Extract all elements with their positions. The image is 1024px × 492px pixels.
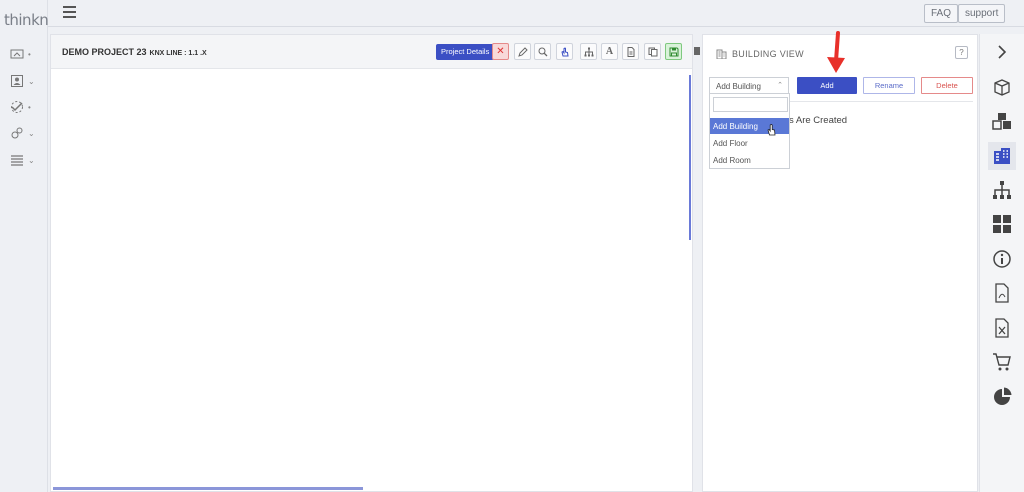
project-name: DEMO PROJECT 23 <box>62 47 147 57</box>
nav-item-contacts[interactable]: ⌄ <box>10 71 44 91</box>
chevron-down-icon: ⌄ <box>28 76 35 86</box>
nav-item-users[interactable]: ⌄ <box>10 123 44 143</box>
cube-icon <box>994 79 1010 96</box>
dropdown-option-add-building[interactable]: Add Building <box>710 118 789 134</box>
dropdown-option-add-floor[interactable]: Add Floor <box>710 135 789 151</box>
dot-icon: • <box>28 102 31 112</box>
document-tool-button[interactable] <box>622 43 639 60</box>
red-arrow-annotation <box>827 31 845 73</box>
close-tool-button[interactable]: ✕ <box>492 43 509 60</box>
help-button[interactable]: ? <box>955 46 968 59</box>
building-dropdown: Add Building Add Floor Add Room <box>709 93 790 169</box>
pie-chart-icon <box>994 387 1012 405</box>
rail-item-cart[interactable] <box>988 348 1016 376</box>
vertical-scrollbar[interactable] <box>689 75 691 240</box>
copy-tool-button[interactable] <box>644 43 661 60</box>
add-button[interactable]: Add <box>797 77 857 94</box>
monitor-icon <box>10 49 24 59</box>
check-badge-icon <box>11 101 23 113</box>
project-editor: DEMO PROJECT 23 KNX LINE : 1.1 .X Project… <box>50 34 693 492</box>
right-rail <box>979 34 1024 492</box>
top-bar: FAQ support <box>48 0 1024 27</box>
save-icon <box>669 47 678 56</box>
building-view-title: BUILDING VIEW <box>732 49 804 59</box>
rename-button[interactable]: Rename <box>863 77 915 94</box>
list-icon <box>11 155 23 166</box>
hand-icon <box>560 46 569 56</box>
nav-item-monitor[interactable]: • <box>10 44 44 64</box>
hierarchy-tool-button[interactable] <box>580 43 597 60</box>
support-button[interactable]: support <box>958 4 1006 23</box>
rail-item-dashboard[interactable] <box>988 210 1016 238</box>
chevron-down-icon: ⌄ <box>28 128 35 138</box>
cubes-icon <box>992 113 1011 130</box>
gender-icon <box>11 127 23 139</box>
nav-item-list[interactable]: ⌄ <box>10 150 44 170</box>
save-tool-button[interactable] <box>665 43 682 60</box>
search-icon <box>538 47 547 56</box>
close-icon: ✕ <box>496 46 505 57</box>
dot-icon: • <box>28 49 31 59</box>
search-tool-button[interactable] <box>534 43 551 60</box>
chevron-down-icon: ⌄ <box>28 155 35 165</box>
rail-item-reports[interactable] <box>988 383 1016 411</box>
building-view-panel: BUILDING VIEW ? Add Building ⌃ Add Renam… <box>702 34 978 492</box>
cart-icon <box>993 353 1011 371</box>
building-icon <box>716 49 727 59</box>
rail-item-pdf-export[interactable] <box>988 279 1016 307</box>
project-version: KNX LINE : 1.1 .X <box>149 50 207 57</box>
text-tool-button[interactable]: A <box>601 43 618 60</box>
hand-tool-button[interactable] <box>556 43 573 60</box>
left-nav: thinknx • ⌄ • ⌄ ⌄ <box>0 0 57 492</box>
horizontal-scrollbar[interactable] <box>53 487 363 490</box>
rail-item-devices[interactable] <box>988 107 1016 135</box>
project-title: DEMO PROJECT 23 KNX LINE : 1.1 .X <box>62 47 207 57</box>
chevron-right-icon <box>998 45 1007 59</box>
text-icon: A <box>605 46 614 57</box>
excel-icon <box>995 318 1009 338</box>
pencil-tool-button[interactable] <box>514 43 531 60</box>
dropdown-search-input[interactable] <box>713 97 788 112</box>
rail-item-info[interactable] <box>988 245 1016 273</box>
rail-collapse-button[interactable] <box>988 38 1016 66</box>
copy-icon <box>648 47 657 56</box>
chevron-up-icon: ⌃ <box>777 82 783 89</box>
info-icon <box>993 250 1011 268</box>
hierarchy-icon <box>993 181 1011 199</box>
rail-item-hierarchy[interactable] <box>988 176 1016 204</box>
editor-header: DEMO PROJECT 23 KNX LINE : 1.1 .X Project… <box>51 35 692 69</box>
hamburger-icon[interactable] <box>63 6 76 18</box>
pdf-icon <box>995 283 1009 303</box>
document-icon <box>627 46 634 57</box>
rail-item-3d-view[interactable] <box>988 73 1016 101</box>
contact-icon <box>11 75 23 87</box>
project-details-button[interactable]: Project Details <box>436 44 495 60</box>
dropdown-option-add-room[interactable]: Add Room <box>710 152 789 168</box>
rail-item-excel-export[interactable] <box>988 314 1016 342</box>
panel-handle-icon[interactable] <box>694 47 700 55</box>
delete-button[interactable]: Delete <box>921 77 973 94</box>
grid-icon <box>993 215 1011 233</box>
hand-cursor-icon <box>767 124 776 136</box>
rail-item-building-view[interactable] <box>988 142 1016 170</box>
pencil-icon <box>517 46 528 57</box>
nav-item-tasks[interactable]: • <box>10 97 44 117</box>
empty-state-message: s Are Created <box>789 115 848 126</box>
hierarchy-icon <box>584 47 593 56</box>
faq-button[interactable]: FAQ <box>924 4 959 23</box>
building-icon <box>994 148 1010 164</box>
building-select-value: Add Building <box>716 82 761 91</box>
